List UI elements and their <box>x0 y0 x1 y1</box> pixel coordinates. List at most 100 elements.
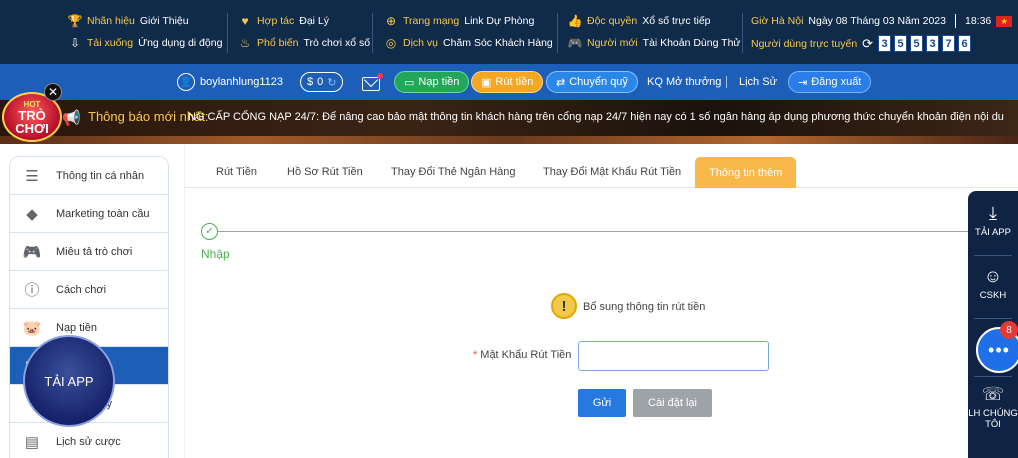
results-link[interactable]: KQ Mở thưởng <box>647 71 721 93</box>
transfer-button[interactable]: ⇄ Chuyển quỹ <box>546 71 638 93</box>
transfer-icon: ⇄ <box>556 76 566 89</box>
support-agent-icon: ☺ <box>983 266 1003 287</box>
card-icon: ▭ <box>404 76 415 89</box>
tab-more-info[interactable]: Thông tin thêm <box>695 157 797 188</box>
mail-button[interactable] <box>362 73 383 95</box>
withdraw-button[interactable]: ▣ Rút tiền <box>471 71 544 93</box>
user-bar: 👤 boylanhlung1123 $ 0 ↻ ▭ Nạp tiền ▣ Rút t… <box>0 64 1018 100</box>
vietnam-flag-icon: ★ <box>996 15 1013 27</box>
warning-icon: ! <box>551 293 577 319</box>
download-icon: ⇩ <box>69 36 81 50</box>
reset-button[interactable]: Cài đặt lại <box>633 389 712 417</box>
thumbs-up-icon: 👍 <box>567 14 583 28</box>
balance-value: 0 <box>317 76 324 88</box>
tab-change-bank-card[interactable]: Thay Đổi Thẻ Ngân Hàng <box>391 158 516 186</box>
clock-display: Giờ Hà Nội Ngày 08 Tháng 03 Năm 2023 18:… <box>751 14 1013 28</box>
site-link[interactable]: ⊕ Trang mạng Link Dự Phòng <box>384 14 534 28</box>
fire-icon: ♨ <box>239 36 251 50</box>
refresh-icon[interactable]: ↻ <box>327 76 336 89</box>
submit-button[interactable]: Gửi <box>578 389 626 417</box>
diamond-icon: ◆ <box>26 205 38 223</box>
divider <box>372 13 373 53</box>
divider <box>742 13 743 53</box>
refresh-icon[interactable]: ⟳ <box>862 36 873 52</box>
chat-badge: 8 <box>1000 321 1018 339</box>
brand-link[interactable]: 🏆 Nhãn hiệu Giới Thiệu <box>68 14 189 28</box>
bet-history-icon: ▤ <box>24 433 40 451</box>
sidebar-item-bet-history[interactable]: ▤ Lịch sử cược <box>10 423 168 458</box>
divider <box>557 13 558 53</box>
top-info-bar: 🏆 Nhãn hiệu Giới Thiệu ⇩ Tải xuống Ứng d… <box>0 0 1018 64</box>
profile-card-icon: ☰ <box>25 167 39 185</box>
divider <box>974 255 1012 256</box>
sidebar-item-marketing[interactable]: ◆ Marketing toàn cầu <box>10 195 168 233</box>
rail-customer-support[interactable]: ☺ CSKH <box>968 264 1018 301</box>
headset-icon: ◎ <box>385 36 397 50</box>
tab-withdraw-records[interactable]: Hồ Sơ Rút Tiền <box>287 158 363 186</box>
sidebar-item-profile[interactable]: ☰ Thông tin cá nhân <box>10 157 168 195</box>
counter-digit: 5 <box>910 35 924 52</box>
field-label: * Mật Khẩu Rút Tiền <box>473 349 572 361</box>
sidebar-item-game-description[interactable]: 🎮 Miêu tả trò chơi <box>10 233 168 271</box>
online-counter: 3 5 5 3 7 6 <box>878 35 972 52</box>
sidebar-item-how-to-play[interactable]: ⓘ Cách chơi <box>10 271 168 309</box>
divider <box>974 318 1012 319</box>
dollar-icon: $ <box>307 76 314 88</box>
counter-digit: 7 <box>942 35 956 52</box>
exclusive-link[interactable]: 👍 Độc quyền Xổ số trực tiếp <box>568 14 711 28</box>
unread-dot <box>377 73 383 79</box>
user-account[interactable]: 👤 boylanhlung1123 <box>177 71 283 93</box>
divider <box>974 376 1012 377</box>
user-icon: 👤 <box>177 73 195 91</box>
counter-digit: 3 <box>926 35 940 52</box>
deposit-label: Nạp tiền <box>418 76 460 88</box>
deposit-button[interactable]: ▭ Nạp tiền <box>394 71 470 93</box>
online-users: Người dùng trực tuyến ⟳ 3 5 5 3 7 6 <box>751 35 972 52</box>
divider <box>726 71 727 93</box>
main-content: Rút Tiền Hồ Sơ Rút Tiền Thay Đổi Thẻ Ngâ… <box>184 144 1018 458</box>
download-link[interactable]: ⇩ Tải xuống Ứng dụng di động <box>68 36 222 50</box>
logout-button[interactable]: ⇥ Đăng xuất <box>788 71 872 93</box>
notice-marquee: NG CẤP CỔNG NẠP 24/7: Để nâng cao bảo mậ… <box>188 111 1004 123</box>
gamepad-icon: 🎮 <box>567 36 583 50</box>
step-label: Nhập <box>201 247 230 261</box>
username: boylanhlung1123 <box>200 76 283 88</box>
transfer-label: Chuyển quỹ <box>569 76 628 88</box>
piggy-bank-icon: 🐷 <box>22 319 42 337</box>
balance-display[interactable]: $ 0 ↻ <box>300 71 344 93</box>
rail-app-download[interactable]: ⤓ TẢI APP <box>968 201 1018 238</box>
handshake-icon: ♥ <box>241 14 249 28</box>
balance-pill[interactable]: $ 0 ↻ <box>300 72 344 92</box>
check-icon: ✓ <box>201 223 218 240</box>
popular-link[interactable]: ♨ Phổ biến Trò chơi xổ số <box>238 36 370 50</box>
floating-app-download[interactable]: TẢI APP <box>23 335 115 427</box>
speaker-icon: 📢 <box>62 110 81 127</box>
partner-link[interactable]: ♥ Hợp tác Đại Lý <box>238 14 329 28</box>
tab-bar: Rút Tiền Hồ Sơ Rút Tiền Thay Đổi Thẻ Ngâ… <box>185 156 1018 188</box>
notice-bar: 📢 Thông báo mới nhất: NG CẤP CỔNG NẠP 24… <box>0 100 1018 136</box>
wallet-icon: ▣ <box>481 76 492 89</box>
tab-change-withdraw-password[interactable]: Thay Đổi Mật Khẩu Rút Tiền <box>543 158 681 186</box>
withdraw-label: Rút tiền <box>495 76 534 88</box>
logout-icon: ⇥ <box>798 76 808 89</box>
service-link[interactable]: ◎ Dịch vụ Chăm Sóc Khách Hàng <box>384 36 553 50</box>
tab-withdraw[interactable]: Rút Tiền <box>216 158 257 186</box>
close-icon[interactable]: ✕ <box>44 83 62 101</box>
phone-chat-icon: ☏ <box>981 384 1005 405</box>
mail-icon <box>362 73 383 91</box>
globe-icon: ⊕ <box>385 14 397 28</box>
required-marker: * <box>473 349 478 361</box>
logout-label: Đăng xuất <box>811 76 862 88</box>
banner-strip <box>0 136 1018 144</box>
history-link[interactable]: Lịch Sử <box>739 71 777 93</box>
gamepad-icon: 🎮 <box>22 243 42 261</box>
rail-contact-us[interactable]: ☏ LH CHÚNG TÔI <box>968 382 1018 431</box>
counter-digit: 5 <box>894 35 908 52</box>
divider <box>227 13 228 53</box>
info-icon: ⓘ <box>24 282 40 299</box>
withdraw-password-input[interactable] <box>578 341 769 371</box>
step-progress-line <box>215 231 1015 232</box>
newbie-link[interactable]: 🎮 Người mới Tài Khoản Dùng Thử <box>567 36 741 50</box>
divider <box>954 14 956 28</box>
download-icon: ⤓ <box>989 203 997 224</box>
